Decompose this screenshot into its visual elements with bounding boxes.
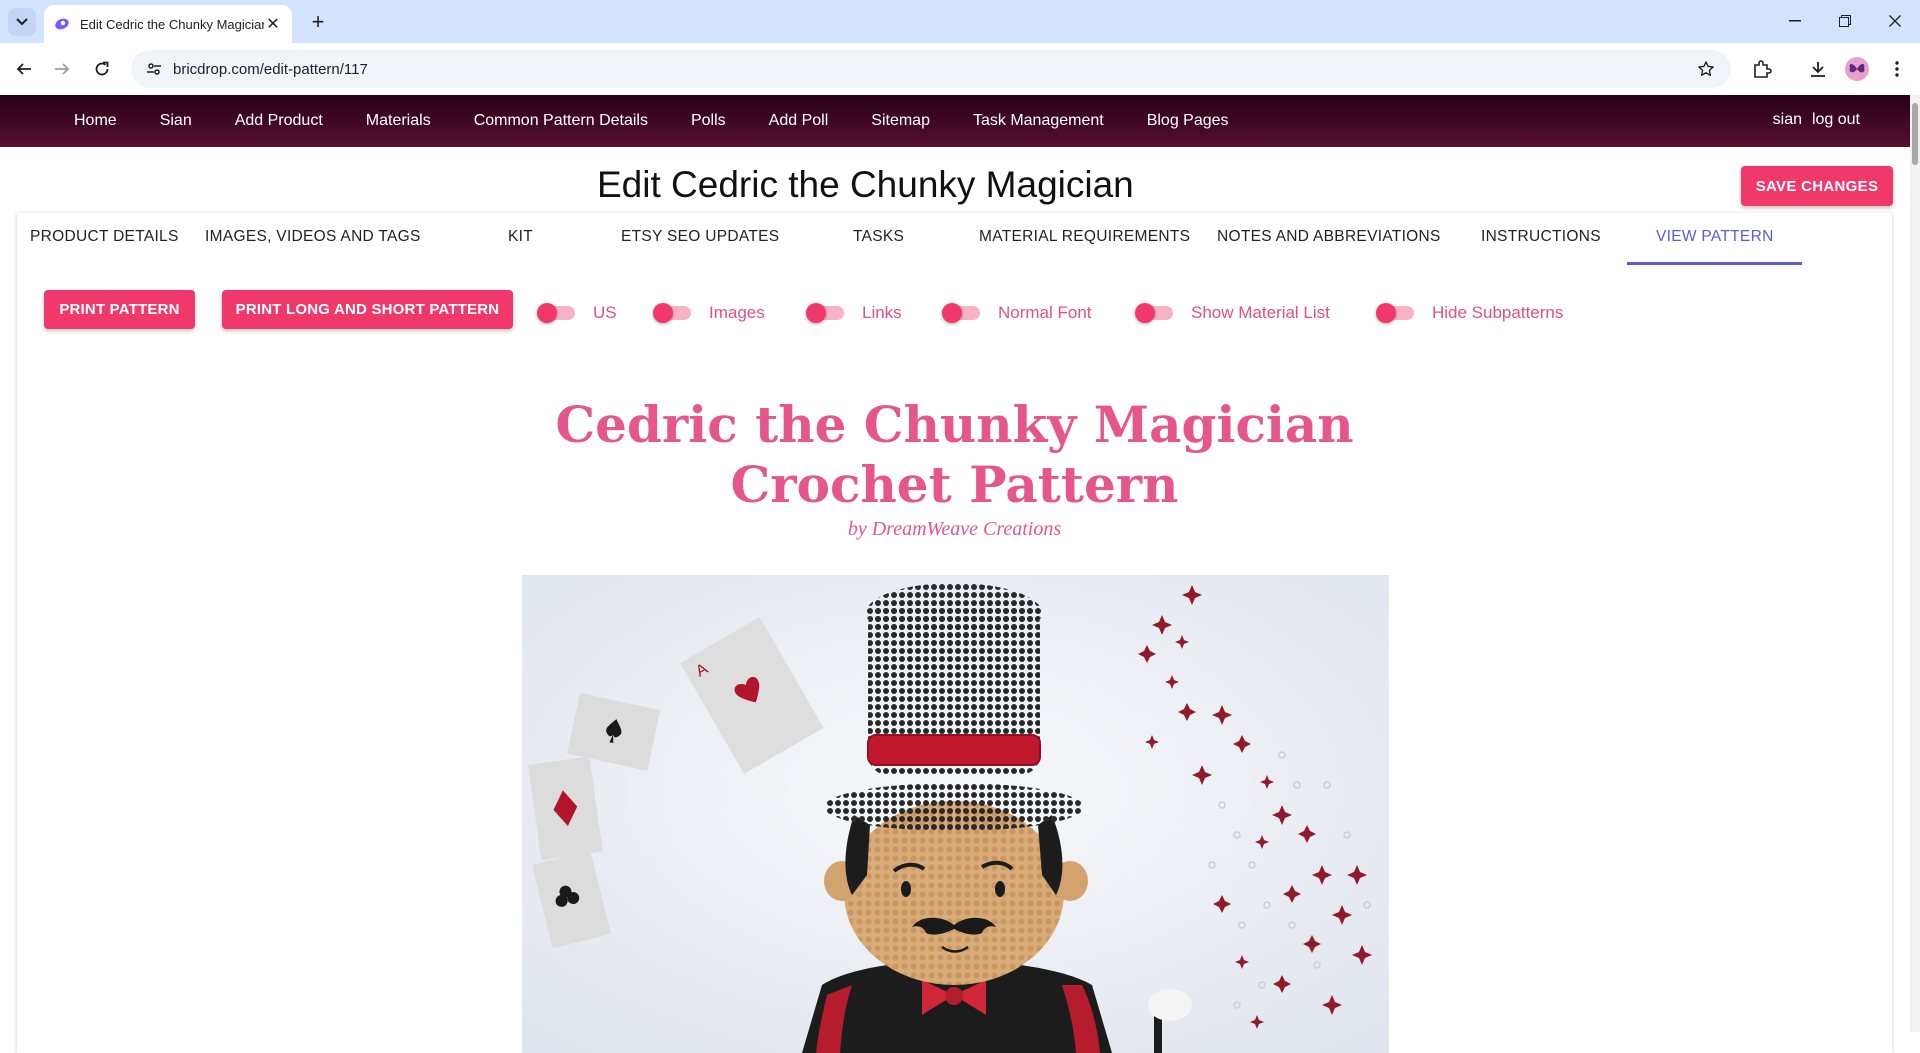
toggle-us[interactable]: US	[537, 303, 617, 323]
nav-task-management[interactable]: Task Management	[973, 112, 1104, 130]
tab-product-details[interactable]: PRODUCT DETAILS	[30, 228, 179, 246]
browser-toolbar: bricdrop.com/edit-pattern/117	[0, 43, 1920, 95]
tab-instructions[interactable]: INSTRUCTIONS	[1481, 228, 1601, 246]
nav-add-product[interactable]: Add Product	[235, 112, 323, 130]
print-long-short-pattern-button[interactable]: PRINT LONG AND SHORT PATTERN	[222, 290, 513, 329]
toggle-label: Hide Subpatterns	[1432, 303, 1564, 322]
toggle-switch[interactable]	[537, 303, 577, 323]
print-pattern-button[interactable]: PRINT PATTERN	[44, 290, 195, 329]
bookmark-star-icon[interactable]	[1691, 54, 1721, 84]
nav-blog-pages[interactable]: Blog Pages	[1147, 112, 1229, 130]
toggle-links[interactable]: Links	[806, 303, 902, 323]
browser-tab[interactable]: Edit Cedric the Chunky Magician ✕	[44, 5, 292, 43]
close-window-icon[interactable]	[1873, 6, 1917, 36]
toggle-show-material-list[interactable]: Show Material List	[1135, 303, 1330, 323]
toggle-label: Show Material List	[1191, 303, 1330, 322]
nav-add-poll[interactable]: Add Poll	[769, 112, 829, 130]
forward-icon[interactable]	[47, 54, 77, 84]
tab-search-button[interactable]	[8, 8, 36, 36]
toggle-switch[interactable]	[942, 303, 982, 323]
tab-notes-abbreviations[interactable]: NOTES AND ABBREVIATIONS	[1217, 228, 1441, 246]
toggle-label: Links	[862, 303, 902, 322]
tab-images-videos-tags[interactable]: IMAGES, VIDEOS AND TAGS	[205, 228, 421, 246]
nav-materials[interactable]: Materials	[366, 112, 431, 130]
profile-avatar-icon[interactable]	[1842, 54, 1872, 84]
edit-pattern-card: PRODUCT DETAILS IMAGES, VIDEOS AND TAGS …	[17, 213, 1892, 1053]
close-tab-icon[interactable]: ✕	[264, 14, 282, 34]
toggle-label: Normal Font	[998, 303, 1092, 322]
toggle-switch[interactable]	[653, 303, 693, 323]
browser-tab-strip: Edit Cedric the Chunky Magician ✕ +	[0, 0, 1920, 43]
toggle-images[interactable]: Images	[653, 303, 765, 323]
nav-common-pattern-details[interactable]: Common Pattern Details	[474, 112, 648, 130]
reload-icon[interactable]	[87, 54, 117, 84]
nav-polls[interactable]: Polls	[691, 112, 726, 130]
toggle-switch[interactable]	[1135, 303, 1175, 323]
active-tab-indicator	[1627, 262, 1802, 265]
pattern-title-line1: Cedric the Chunky Magician	[555, 395, 1354, 454]
tab-kit[interactable]: KIT	[508, 228, 533, 246]
tab-title: Edit Cedric the Chunky Magician	[80, 16, 264, 32]
new-tab-button[interactable]: +	[304, 8, 332, 36]
pattern-tabs: PRODUCT DETAILS IMAGES, VIDEOS AND TAGS …	[17, 213, 1892, 265]
toggle-hide-subpatterns[interactable]: Hide Subpatterns	[1376, 303, 1563, 323]
download-icon[interactable]	[1803, 54, 1833, 84]
chevron-down-icon	[16, 18, 28, 26]
logout-link[interactable]: log out	[1812, 111, 1860, 129]
nav-sitemap[interactable]: Sitemap	[871, 112, 930, 130]
tab-etsy-seo-updates[interactable]: ETSY SEO UPDATES	[621, 228, 779, 246]
toggle-label: Images	[709, 303, 765, 322]
tab-material-requirements[interactable]: MATERIAL REQUIREMENTS	[979, 228, 1190, 246]
extensions-icon[interactable]	[1747, 54, 1777, 84]
page-scrollbar[interactable]	[1910, 95, 1920, 1032]
site-nav-bar: Home Sian Add Product Materials Common P…	[0, 95, 1910, 147]
toggle-normal-font[interactable]: Normal Font	[942, 303, 1092, 323]
tab-tasks[interactable]: TASKS	[853, 228, 904, 246]
pattern-title-line2: Crochet Pattern	[730, 455, 1179, 514]
nav-username: sian	[1772, 111, 1802, 128]
back-icon[interactable]	[9, 54, 39, 84]
toggle-switch[interactable]	[806, 303, 846, 323]
pattern-byline: by DreamWeave Creations	[847, 518, 1062, 540]
favicon-icon	[55, 18, 69, 30]
toggle-label: US	[593, 303, 617, 322]
pattern-cover-photo: A	[522, 575, 1389, 1053]
toggle-switch[interactable]	[1376, 303, 1416, 323]
nav-sian[interactable]: Sian	[160, 112, 192, 130]
restore-icon[interactable]	[1823, 6, 1867, 36]
tab-view-pattern[interactable]: VIEW PATTERN	[1656, 228, 1774, 246]
minimize-icon[interactable]	[1773, 6, 1817, 36]
address-bar[interactable]: bricdrop.com/edit-pattern/117	[131, 50, 1731, 88]
url-text: bricdrop.com/edit-pattern/117	[173, 60, 368, 78]
page-title: Edit Cedric the Chunky Magician	[597, 164, 1134, 205]
scrollbar-thumb[interactable]	[1912, 103, 1918, 165]
browser-menu-icon[interactable]	[1882, 54, 1912, 84]
save-changes-button[interactable]: SAVE CHANGES	[1741, 166, 1893, 206]
site-settings-icon[interactable]	[139, 54, 169, 84]
nav-home[interactable]: Home	[74, 112, 117, 130]
